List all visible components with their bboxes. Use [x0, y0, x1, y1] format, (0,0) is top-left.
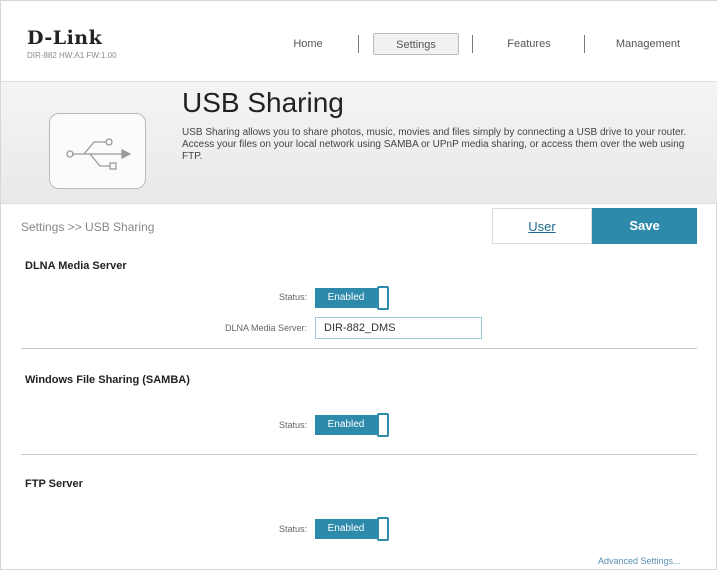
nav-settings[interactable]: Settings	[373, 33, 459, 55]
page-title: USB Sharing	[182, 87, 344, 118]
usb-icon	[49, 113, 146, 189]
samba-status-label: Status:	[278, 420, 307, 430]
dlna-server-label: DLNA Media Server:	[224, 323, 307, 333]
dlna-server-name-input[interactable]	[315, 317, 482, 339]
section-divider	[21, 454, 697, 455]
toggle-knob	[377, 413, 389, 437]
dlna-status-label: Status:	[278, 292, 307, 302]
breadcrumb: Settings >> USB Sharing	[21, 220, 155, 234]
page-frame: D-Link DIR-882 HW:A1 FW:1.00 Home Settin…	[0, 0, 717, 570]
ftp-status-toggle[interactable]: Enabled	[315, 517, 389, 541]
nav-separator	[584, 35, 585, 53]
toggle-knob	[377, 517, 389, 541]
dlna-section-title: DLNA Media Server	[25, 260, 127, 272]
toggle-enabled-label: Enabled	[315, 519, 377, 539]
nav-management[interactable]: Management	[598, 33, 698, 55]
ftp-status-label: Status:	[278, 524, 307, 534]
ftp-section-title: FTP Server	[25, 478, 83, 490]
main-nav: Home Settings Features Management	[1, 33, 717, 57]
header: D-Link DIR-882 HW:A1 FW:1.00 Home Settin…	[1, 1, 717, 81]
save-button[interactable]: Save	[592, 208, 697, 244]
samba-status-toggle[interactable]: Enabled	[315, 413, 389, 437]
section-divider	[21, 348, 697, 349]
nav-home[interactable]: Home	[273, 33, 343, 55]
dlna-status-toggle[interactable]: Enabled	[315, 286, 389, 310]
user-button[interactable]: User	[492, 208, 592, 244]
samba-section-title: Windows File Sharing (SAMBA)	[25, 374, 190, 386]
nav-features[interactable]: Features	[491, 33, 567, 55]
toggle-knob	[377, 286, 389, 310]
nav-separator	[358, 35, 359, 53]
toggle-enabled-label: Enabled	[315, 415, 377, 435]
advanced-settings-link[interactable]: Advanced Settings...	[598, 556, 681, 566]
toggle-enabled-label: Enabled	[315, 288, 377, 308]
nav-separator	[472, 35, 473, 53]
page-description: USB Sharing allows you to share photos, …	[182, 127, 687, 162]
